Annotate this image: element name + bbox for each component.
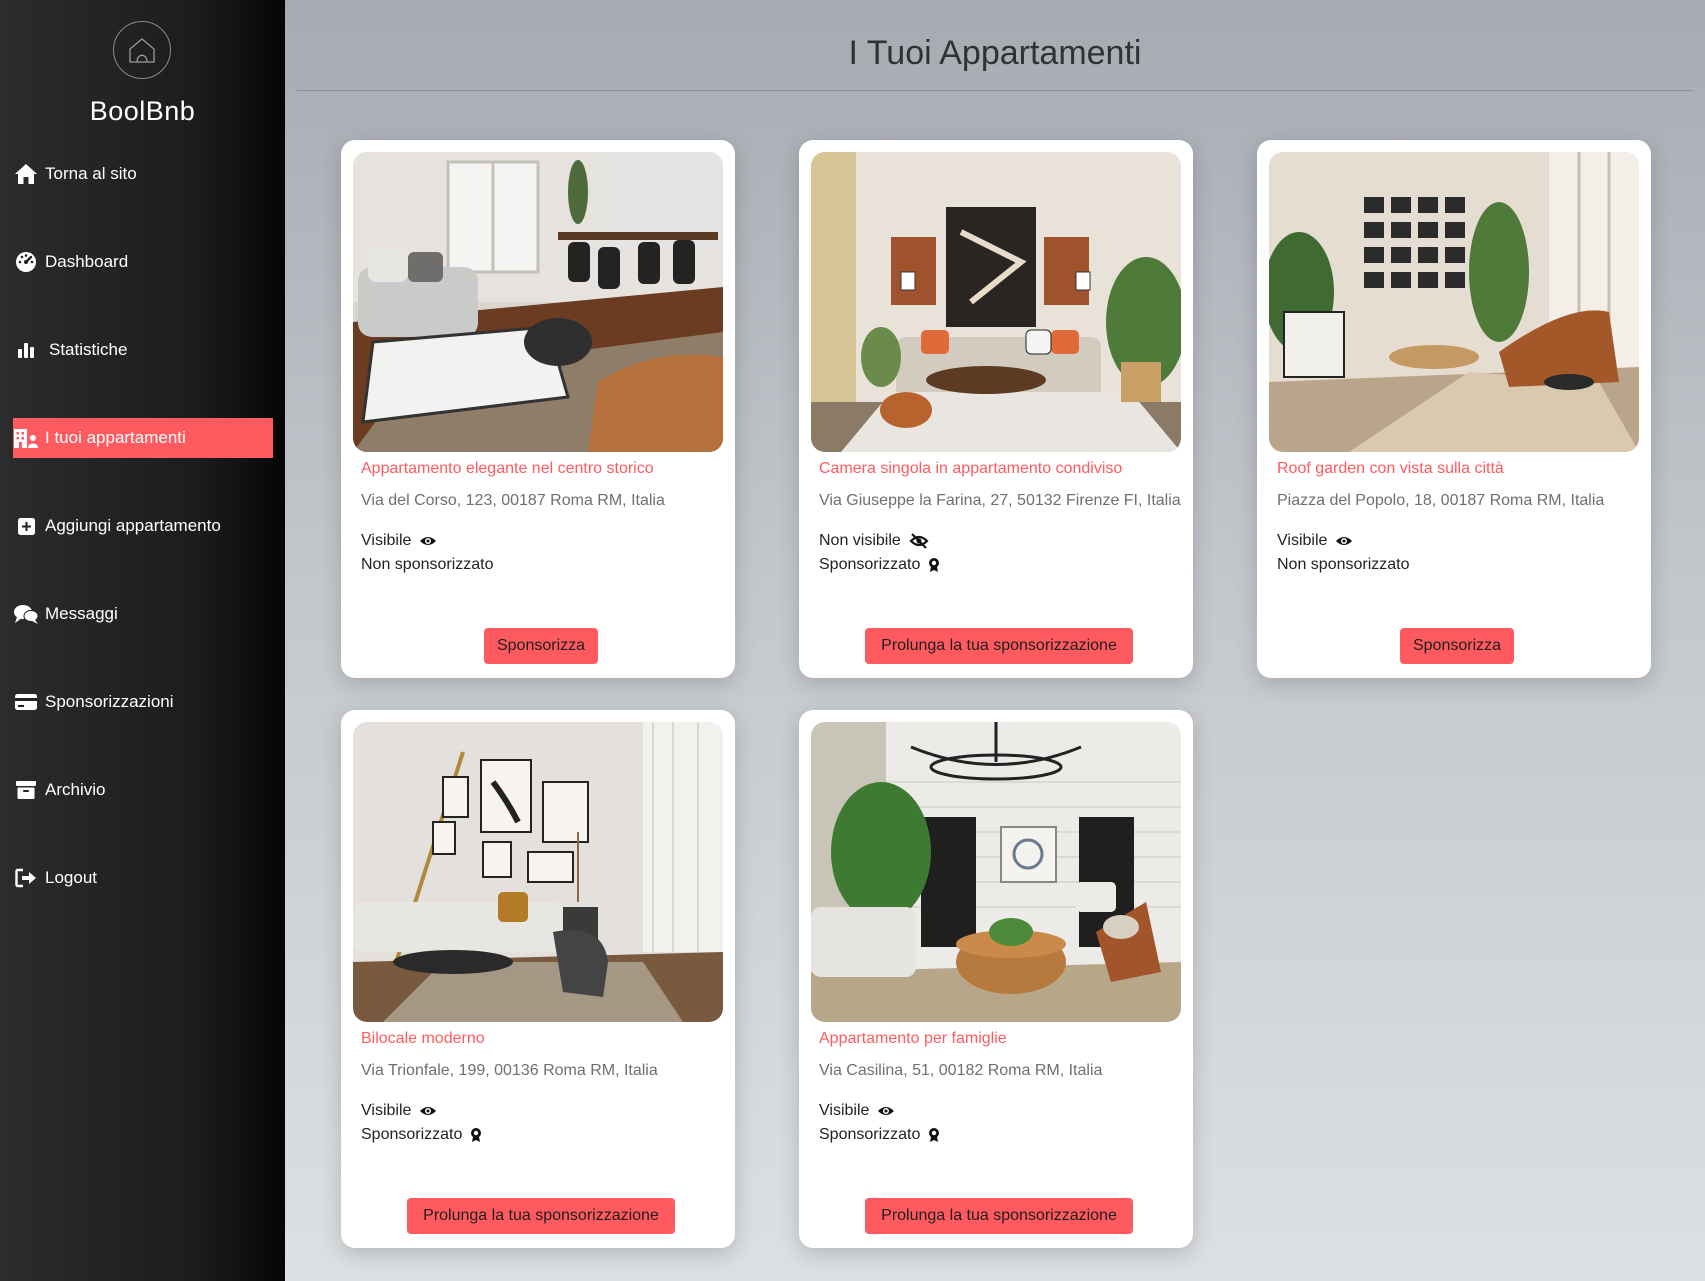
apartment-card[interactable]: Camera singola in appartamento condiviso… — [799, 140, 1193, 678]
sidebar-item-torna-al-sito[interactable]: Torna al sito — [13, 154, 273, 194]
sidebar-item-label: I tuoi appartamenti — [45, 428, 186, 447]
sidebar-item-messaggi[interactable]: Messaggi — [13, 594, 273, 634]
eye-icon — [419, 1104, 437, 1118]
apartment-photo[interactable] — [1269, 152, 1639, 452]
brand-name: BoolBnb — [89, 96, 196, 126]
visibility-status: Visibile — [361, 532, 437, 550]
visibility-status: Visibile — [1277, 532, 1353, 550]
apartment-title[interactable]: Roof garden con vista sulla città — [1277, 460, 1504, 478]
sidebar: BoolBnb Torna al sito Dashboard Statisti… — [0, 0, 285, 1281]
apartment-card[interactable]: Bilocale moderno Via Trionfale, 199, 001… — [341, 710, 735, 1248]
visibility-status: Non visibile — [819, 532, 929, 550]
home-icon — [13, 161, 39, 187]
sponsorship-label: Sponsorizzato — [361, 1126, 463, 1143]
apartment-title[interactable]: Bilocale moderno — [361, 1030, 485, 1048]
sponsorship-status: Non sponsorizzato — [361, 556, 494, 574]
apartment-title[interactable]: Camera singola in appartamento condiviso — [819, 460, 1122, 478]
award-icon — [928, 557, 940, 573]
sponsorship-status: Sponsorizzato — [819, 1126, 940, 1144]
apartment-address: Via Giuseppe la Farina, 27, 50132 Firenz… — [819, 492, 1181, 509]
sidebar-item-label: Statistiche — [49, 340, 128, 359]
eye-icon — [1335, 534, 1353, 548]
visibility-label: Non visibile — [819, 532, 901, 549]
apartment-address: Piazza del Popolo, 18, 00187 Roma RM, It… — [1277, 492, 1605, 509]
logo[interactable] — [113, 21, 171, 79]
eye-slash-icon — [909, 533, 929, 549]
sidebar-item-logout[interactable]: Logout — [13, 858, 273, 898]
sidebar-item-statistiche[interactable]: Statistiche — [13, 330, 273, 370]
extend-sponsorship-button[interactable]: Prolunga la tua sponsorizzazione — [865, 628, 1133, 664]
apartment-photo[interactable] — [353, 152, 723, 452]
sponsorship-status: Sponsorizzato — [361, 1126, 482, 1144]
apartment-address: Via Casilina, 51, 00182 Roma RM, Italia — [819, 1062, 1103, 1079]
title-divider — [297, 90, 1693, 91]
visibility-status: Visibile — [819, 1102, 895, 1120]
sidebar-item-label: Messaggi — [45, 604, 118, 623]
sponsorship-label: Sponsorizzato — [819, 1126, 921, 1143]
visibility-label: Visibile — [361, 1102, 412, 1119]
building-icon — [13, 425, 39, 451]
sidebar-item-label: Torna al sito — [45, 164, 137, 183]
extend-sponsorship-button[interactable]: Prolunga la tua sponsorizzazione — [865, 1198, 1133, 1234]
apartment-address: Via del Corso, 123, 00187 Roma RM, Itali… — [361, 492, 665, 509]
page-title: I Tuoi Appartamenti — [848, 34, 1142, 72]
extend-sponsorship-button[interactable]: Prolunga la tua sponsorizzazione — [407, 1198, 675, 1234]
sidebar-item-label: Logout — [45, 868, 97, 887]
apartment-card[interactable]: Roof garden con vista sulla città Piazza… — [1257, 140, 1651, 678]
eye-icon — [419, 534, 437, 548]
sponsorship-label: Non sponsorizzato — [361, 556, 494, 573]
visibility-label: Visibile — [819, 1102, 870, 1119]
sidebar-item-sponsorizzazioni[interactable]: Sponsorizzazioni — [13, 682, 273, 722]
bar-chart-icon — [13, 337, 39, 363]
visibility-label: Visibile — [361, 532, 412, 549]
credit-card-icon — [13, 689, 39, 715]
apartment-title[interactable]: Appartamento per famiglie — [819, 1030, 1007, 1048]
apartment-title[interactable]: Appartamento elegante nel centro storico — [361, 460, 654, 478]
apartment-card[interactable]: Appartamento per famiglie Via Casilina, … — [799, 710, 1193, 1248]
apartment-address: Via Trionfale, 199, 00136 Roma RM, Itali… — [361, 1062, 658, 1079]
visibility-status: Visibile — [361, 1102, 437, 1120]
sidebar-item-label: Aggiungi appartamento — [45, 516, 221, 535]
sponsorship-label: Non sponsorizzato — [1277, 556, 1410, 573]
award-icon — [928, 1127, 940, 1143]
sidebar-item-aggiungi-appartamento[interactable]: Aggiungi appartamento — [13, 506, 273, 546]
apartment-photo[interactable] — [811, 722, 1181, 1022]
sidebar-item-label: Archivio — [45, 780, 106, 799]
house-logo-icon — [129, 38, 155, 63]
sidebar-item-dashboard[interactable]: Dashboard — [13, 242, 273, 282]
sponsor-button[interactable]: Sponsorizza — [1400, 628, 1514, 664]
eye-icon — [877, 1104, 895, 1118]
sponsor-button[interactable]: Sponsorizza — [484, 628, 598, 664]
apartment-photo[interactable] — [811, 152, 1181, 452]
sponsorship-label: Sponsorizzato — [819, 556, 921, 573]
sidebar-item-i-tuoi-appartamenti[interactable]: I tuoi appartamenti — [13, 418, 273, 458]
comments-icon — [13, 601, 39, 627]
plus-square-icon — [13, 513, 39, 539]
gauge-icon — [13, 249, 39, 275]
main-content: I Tuoi Appartamenti Appartamento elegant… — [285, 0, 1705, 1281]
visibility-label: Visibile — [1277, 532, 1328, 549]
sidebar-item-label: Dashboard — [45, 252, 129, 271]
apartment-card[interactable]: Appartamento elegante nel centro storico… — [341, 140, 735, 678]
apartment-photo[interactable] — [353, 722, 723, 1022]
sidebar-item-archivio[interactable]: Archivio — [13, 770, 273, 810]
archive-icon — [13, 777, 39, 803]
logout-icon — [13, 865, 39, 891]
sidebar-item-label: Sponsorizzazioni — [45, 692, 174, 711]
sponsorship-status: Sponsorizzato — [819, 556, 940, 574]
sponsorship-status: Non sponsorizzato — [1277, 556, 1410, 574]
award-icon — [470, 1127, 482, 1143]
